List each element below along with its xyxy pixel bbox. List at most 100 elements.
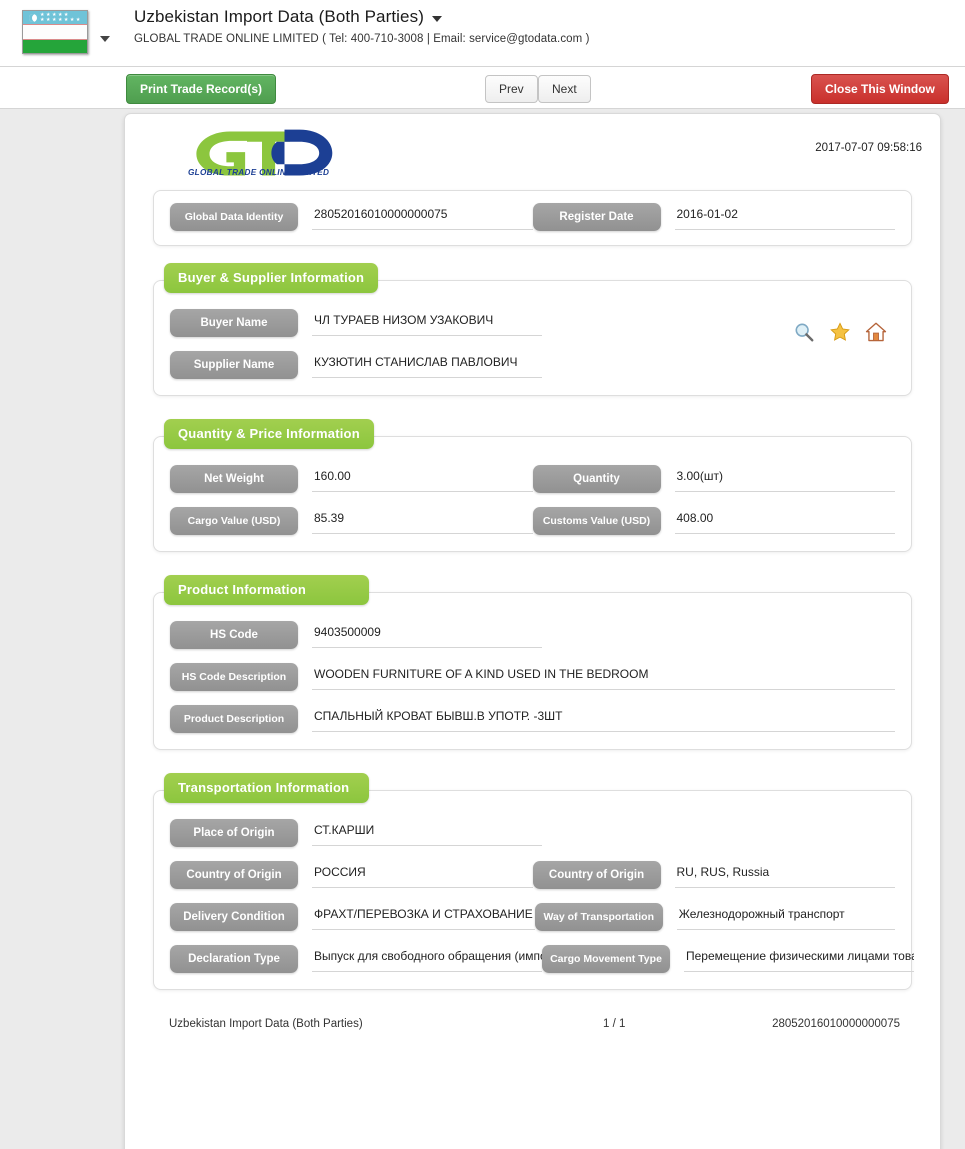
next-button[interactable]: Next — [538, 75, 591, 103]
transportation-panel: Transportation Information Place of Orig… — [153, 773, 914, 990]
quantity-price-row-2: Cargo Value (USD) 85.39 Customs Value (U… — [170, 507, 895, 535]
quantity-price-row-1: Net Weight 160.00 Quantity 3.00(шт) — [170, 465, 895, 493]
product-description-row: Product Description СПАЛЬНЫЙ КРОВАТ БЫВШ… — [170, 705, 895, 733]
field-way-of-transportation: Way of Transportation Железнодорожный тр… — [534, 903, 895, 931]
buyer-supplier-panel: Buyer & Supplier Information Buyer Name — [153, 263, 912, 396]
page-background: GLOBAL TRADE ONLINE LIMITED 2017-07-07 0… — [0, 109, 965, 1149]
field-value: КУЗЮТИН СТАНИСЛАВ ПАВЛОВИЧ — [312, 353, 542, 378]
field-label: Way of Transportation — [534, 903, 663, 931]
field-value: Выпуск для свободного обращения (импорт) — [312, 947, 542, 972]
field-label: Quantity — [532, 465, 661, 493]
star-favorite-icon[interactable] — [829, 321, 851, 343]
field-value: 2016-01-02 — [674, 205, 895, 230]
transportation-panel-title: Transportation Information — [164, 773, 369, 803]
print-trade-records-button[interactable]: Print Trade Record(s) — [126, 74, 277, 104]
field-value: WOODEN FURNITURE OF A KIND USED IN THE B… — [312, 665, 895, 690]
field-country-of-origin-local: Country of Origin РОССИЯ — [170, 861, 533, 889]
field-cargo-movement-type: Cargo Movement Type Перемещение физическ… — [542, 945, 914, 973]
field-value: 85.39 — [312, 509, 533, 534]
sheet-header: GLOBAL TRADE ONLINE LIMITED 2017-07-07 0… — [125, 114, 940, 190]
quantity-price-panel-title: Quantity & Price Information — [164, 419, 374, 449]
field-label: Place of Origin — [170, 819, 298, 847]
stamp-date: 2017-07-07 09:58:16 — [815, 142, 922, 154]
flag-band-green — [23, 39, 87, 53]
flag-crescent-icon — [29, 14, 37, 22]
field-net-weight: Net Weight 160.00 — [170, 465, 533, 493]
uzbekistan-flag-icon[interactable]: ★★★★★ ★★★★★★★ — [22, 10, 88, 54]
footer-title: Uzbekistan Import Data (Both Parties) — [169, 1018, 363, 1030]
field-value: 9403500009 — [312, 623, 542, 648]
field-value: СТ.КАРШИ — [312, 821, 542, 846]
field-value: 160.00 — [312, 467, 533, 492]
field-value: Перемещение физическими лицами товаров — [684, 947, 914, 972]
delivery-condition-row: Delivery Condition ФРАХТ/ПЕРЕВОЗКА И СТР… — [170, 903, 895, 931]
field-label: Delivery Condition — [170, 903, 298, 931]
field-global-data-identity: Global Data Identity 2805201601000000007… — [170, 203, 533, 231]
product-panel-title: Product Information — [164, 575, 369, 605]
place-of-origin-row: Place of Origin СТ.КАРШИ — [170, 819, 895, 847]
logo-caption: GLOBAL TRADE ONLINE LIMITED — [188, 168, 330, 177]
field-hs-code-description: HS Code Description WOODEN FURNITURE OF … — [170, 663, 895, 691]
identity-row: Global Data Identity 2805201601000000007… — [170, 203, 895, 231]
field-label: Buyer Name — [170, 309, 298, 337]
product-panel: Product Information HS Code 9403500009 H… — [153, 575, 912, 750]
buyer-name-row: Buyer Name ЧЛ ТУРАЕВ НИЗОМ УЗАКОВИЧ — [170, 309, 895, 337]
field-value: ФРАХТ/ПЕРЕВОЗКА И СТРАХОВАНИЕ — [312, 905, 535, 930]
identity-panel: Global Data Identity 2805201601000000007… — [153, 190, 912, 246]
page-title-text: Uzbekistan Import Data (Both Parties) — [134, 7, 424, 26]
field-label: Cargo Movement Type — [542, 945, 670, 973]
field-value: 28052016010000000075 — [312, 205, 533, 230]
field-hs-code: HS Code 9403500009 — [170, 621, 542, 649]
app-header: ★★★★★ ★★★★★★★ Uzbekistan Import Data (Bot… — [0, 0, 965, 67]
field-label: Country of Origin — [532, 861, 661, 889]
field-value: RU, RUS, Russia — [674, 863, 895, 888]
sheet-footer: Uzbekistan Import Data (Both Parties) 1 … — [153, 1018, 912, 1040]
flag-dropdown-caret-icon[interactable] — [100, 36, 110, 42]
flag-band-blue: ★★★★★ ★★★★★★★ — [23, 11, 87, 26]
field-label: HS Code — [170, 621, 298, 649]
flag-band-white — [23, 25, 87, 40]
page-title: Uzbekistan Import Data (Both Parties) — [134, 7, 590, 27]
field-supplier-name: Supplier Name КУЗЮТИН СТАНИСЛАВ ПАВЛОВИЧ — [170, 351, 542, 379]
toolbar: Print Trade Record(s) Prev Next Close Th… — [0, 67, 965, 109]
field-customs-value: Customs Value (USD) 408.00 — [532, 507, 895, 535]
field-label: Supplier Name — [170, 351, 298, 379]
record-sheet: GLOBAL TRADE ONLINE LIMITED 2017-07-07 0… — [124, 113, 941, 1149]
close-window-button[interactable]: Close This Window — [811, 74, 949, 104]
field-value: 3.00(шт) — [674, 467, 895, 492]
flag-stars-icon: ★★★★★ ★★★★★★★ — [40, 12, 82, 23]
field-value: Железнодорожный транспорт — [676, 905, 895, 930]
declaration-type-row: Declaration Type Выпуск для свободного о… — [170, 945, 914, 973]
field-register-date: Register Date 2016-01-02 — [532, 203, 895, 231]
hs-code-description-row: HS Code Description WOODEN FURNITURE OF … — [170, 663, 895, 691]
buyer-supplier-panel-title: Buyer & Supplier Information — [164, 263, 379, 293]
record-action-icons — [793, 321, 887, 343]
field-label: Country of Origin — [170, 861, 298, 889]
home-icon[interactable] — [865, 321, 887, 343]
title-caret-down-icon[interactable] — [431, 16, 442, 22]
field-label: Cargo Value (USD) — [170, 507, 298, 535]
field-cargo-value: Cargo Value (USD) 85.39 — [170, 507, 533, 535]
footer-page-number: 1 / 1 — [603, 1018, 626, 1030]
field-label: Product Description — [170, 705, 298, 733]
quantity-price-panel: Quantity & Price Information Net Weight … — [153, 419, 912, 552]
country-flag-selector[interactable]: ★★★★★ ★★★★★★★ — [22, 10, 110, 54]
field-label: Net Weight — [170, 465, 298, 493]
field-delivery-condition: Delivery Condition ФРАХТ/ПЕРЕВОЗКА И СТР… — [170, 903, 535, 931]
page-subtitle: GLOBAL TRADE ONLINE LIMITED ( Tel: 400-7… — [134, 33, 590, 45]
field-label: Customs Value (USD) — [532, 507, 661, 535]
field-label: Global Data Identity — [170, 203, 298, 231]
field-value: СПАЛЬНЫЙ КРОВАТ БЫВШ.В УПОТР. -3ШТ — [312, 707, 895, 732]
field-value: 408.00 — [674, 509, 895, 534]
hs-code-row: HS Code 9403500009 — [170, 621, 895, 649]
field-value: ЧЛ ТУРАЕВ НИЗОМ УЗАКОВИЧ — [312, 311, 542, 336]
field-label: Register Date — [532, 203, 661, 231]
field-label: HS Code Description — [170, 663, 298, 691]
field-declaration-type: Declaration Type Выпуск для свободного о… — [170, 945, 542, 973]
prev-button[interactable]: Prev — [485, 75, 538, 103]
supplier-name-row: Supplier Name КУЗЮТИН СТАНИСЛАВ ПАВЛОВИЧ — [170, 351, 895, 379]
field-buyer-name: Buyer Name ЧЛ ТУРАЕВ НИЗОМ УЗАКОВИЧ — [170, 309, 542, 337]
field-product-description: Product Description СПАЛЬНЫЙ КРОВАТ БЫВШ… — [170, 705, 895, 733]
search-icon[interactable] — [793, 321, 815, 343]
header-title-block: Uzbekistan Import Data (Both Parties) GL… — [134, 7, 590, 45]
